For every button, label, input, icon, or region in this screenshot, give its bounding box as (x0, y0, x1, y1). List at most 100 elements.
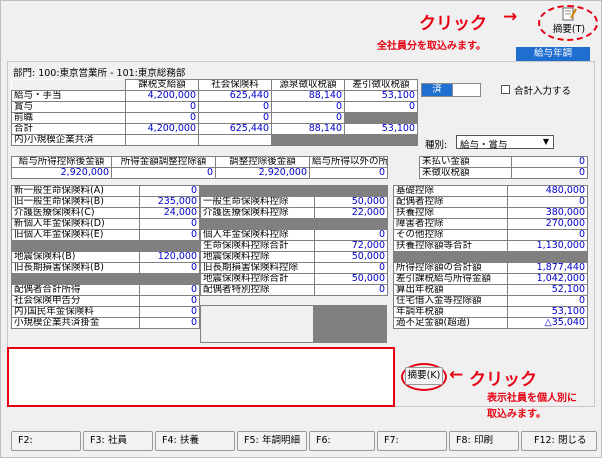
table-row: 生命保険料控除合計 72,000 (200, 240, 388, 252)
row-label: 障害者控除 (393, 218, 508, 230)
cell[interactable]: 380,000 (507, 207, 588, 219)
cell: 53,100 (344, 123, 418, 135)
cell[interactable]: 480,000 (507, 185, 588, 197)
table-row: 配偶者特別控除 0 (200, 284, 388, 296)
cell[interactable]: 270,000 (507, 218, 588, 230)
fkey-f4[interactable]: F4: 扶養 (155, 431, 235, 451)
cell[interactable]: 0 (507, 295, 588, 307)
row-label: 合計 (11, 123, 126, 135)
cell[interactable]: 53,100 (344, 90, 418, 102)
cell[interactable] (125, 134, 199, 146)
arrow-left-icon: ← (449, 365, 464, 385)
row-label: 前職 (11, 112, 126, 124)
cell: △35,040 (507, 317, 588, 329)
fkey-f12[interactable]: F12: 閉じる (521, 431, 597, 451)
kind-label: 種別: (425, 140, 448, 151)
fkey-f7[interactable]: F7: (377, 431, 447, 451)
note-top: 全社員分を取込みます。 (377, 41, 486, 52)
cell[interactable]: 88,140 (271, 90, 345, 102)
cell: 50,000 (314, 251, 388, 263)
fkey-key: F12: (534, 435, 555, 446)
fkey-key: F4: (162, 435, 177, 446)
table-row: 新一般生命保険料(A) 0 (11, 185, 200, 197)
fkey-f2[interactable]: F2: (11, 431, 81, 451)
cell[interactable]: 0 (139, 218, 200, 230)
row-label: 過不足金額(超過) (393, 317, 508, 329)
department-label: 部門: 100:東京営業所 - 101:東京総務部 (13, 68, 186, 79)
cell[interactable]: 0 (271, 101, 345, 113)
summary-textarea[interactable] (7, 347, 395, 407)
cell: 88,140 (271, 123, 345, 135)
total-input-checkbox[interactable] (501, 85, 510, 94)
cell[interactable]: 0 (511, 156, 588, 168)
cell[interactable]: 4,200,000 (125, 90, 199, 102)
summary-t-button[interactable]: 摘要(T) (546, 7, 592, 37)
cell[interactable]: 0 (139, 229, 200, 241)
cell[interactable]: 0 (139, 295, 200, 307)
cell[interactable]: 0 (198, 101, 272, 113)
click-annotation-bottom: クリック (469, 370, 537, 390)
cell[interactable]: 0 (139, 306, 200, 318)
table-row: 一般生命保険料控除 50,000 (200, 196, 388, 208)
row-label: 生命保険料控除合計 (200, 240, 315, 252)
blank-cell (314, 218, 388, 230)
table-row: 新個人年金保険料(D) 0 (11, 218, 200, 230)
row-label: 扶養控除 (393, 207, 508, 219)
cell: 0 (314, 262, 388, 274)
row-label: 未徴収税額 (419, 167, 512, 179)
summary-k-button[interactable]: 摘要(K) (405, 367, 443, 385)
fkey-f6[interactable]: F6: (309, 431, 375, 451)
cell[interactable]: 0 (507, 196, 588, 208)
cell[interactable]: 0 (511, 167, 588, 179)
blank-cell (200, 218, 315, 230)
table-row: 旧個人年金保険料(E) 0 (11, 229, 200, 241)
cell[interactable]: 0 (139, 185, 200, 197)
cell[interactable] (198, 134, 272, 146)
cell[interactable]: 0 (139, 262, 200, 274)
table-row: 合計 4,200,000 625,440 88,140 53,100 (11, 123, 418, 135)
col-header: 社会保険料 (198, 79, 272, 91)
cell[interactable]: 24,000 (139, 207, 200, 219)
cell[interactable]: 120,000 (139, 251, 200, 263)
click-annotation-top: クリック (419, 14, 487, 34)
cell[interactable]: 0 (125, 112, 199, 124)
tab-kyuyo-nencho[interactable]: 給与年調 (516, 47, 590, 61)
table-row: 給与・手当 4,200,000 625,440 88,140 53,100 (11, 90, 418, 102)
toggle-off[interactable] (452, 84, 480, 96)
fkey-f5[interactable]: F5: 年調明細 (237, 431, 307, 451)
fkey-f8[interactable]: F8: 印刷 (449, 431, 519, 451)
row-label: 旧長期損害保険料(B) (11, 262, 140, 274)
cell[interactable]: 0 (507, 229, 588, 241)
row-label: 基礎控除 (393, 185, 508, 197)
total-input-label: 合計入力する (514, 86, 572, 97)
blank-cell (507, 251, 588, 263)
cell: 2,920,000 (11, 167, 112, 179)
cell[interactable]: 0 (271, 112, 345, 124)
cell[interactable]: 0 (139, 317, 200, 329)
cell (271, 134, 345, 146)
cell[interactable]: 625,440 (198, 90, 272, 102)
cell[interactable]: 0 (198, 112, 272, 124)
arrow-right-icon: → (503, 7, 518, 27)
fkey-f3[interactable]: F3: 社員 (83, 431, 153, 451)
cell[interactable]: 0 (139, 284, 200, 296)
table-row: 住宅借入金等控除額 0 (393, 295, 588, 307)
cell[interactable]: 0 (314, 284, 388, 296)
memo-icon (562, 7, 577, 21)
row-label: 差引課税給与所得金額 (393, 273, 508, 285)
table-row: 賞与 0 0 0 0 (11, 101, 418, 113)
cell[interactable]: 0 (125, 101, 199, 113)
cell[interactable]: 0 (344, 101, 418, 113)
cell[interactable]: 0 (309, 167, 388, 179)
cell: 50,000 (314, 196, 388, 208)
fkey-key: F3: (90, 435, 105, 446)
blank-cell (314, 185, 388, 197)
kind-select[interactable]: 給与・賞与 ▼ (456, 135, 554, 151)
blank-area (200, 305, 314, 343)
deduction-right-table: 基礎控除 480,000 配偶者控除 0 扶養控除 380,000 障害者控除 270,… (393, 185, 588, 329)
status-toggle[interactable]: 済 (421, 83, 481, 97)
col-header: 差引徴収税額 (344, 79, 418, 91)
cell[interactable]: 235,000 (139, 196, 200, 208)
fkey-key: F5: (244, 435, 259, 446)
toggle-on[interactable]: 済 (422, 84, 452, 96)
